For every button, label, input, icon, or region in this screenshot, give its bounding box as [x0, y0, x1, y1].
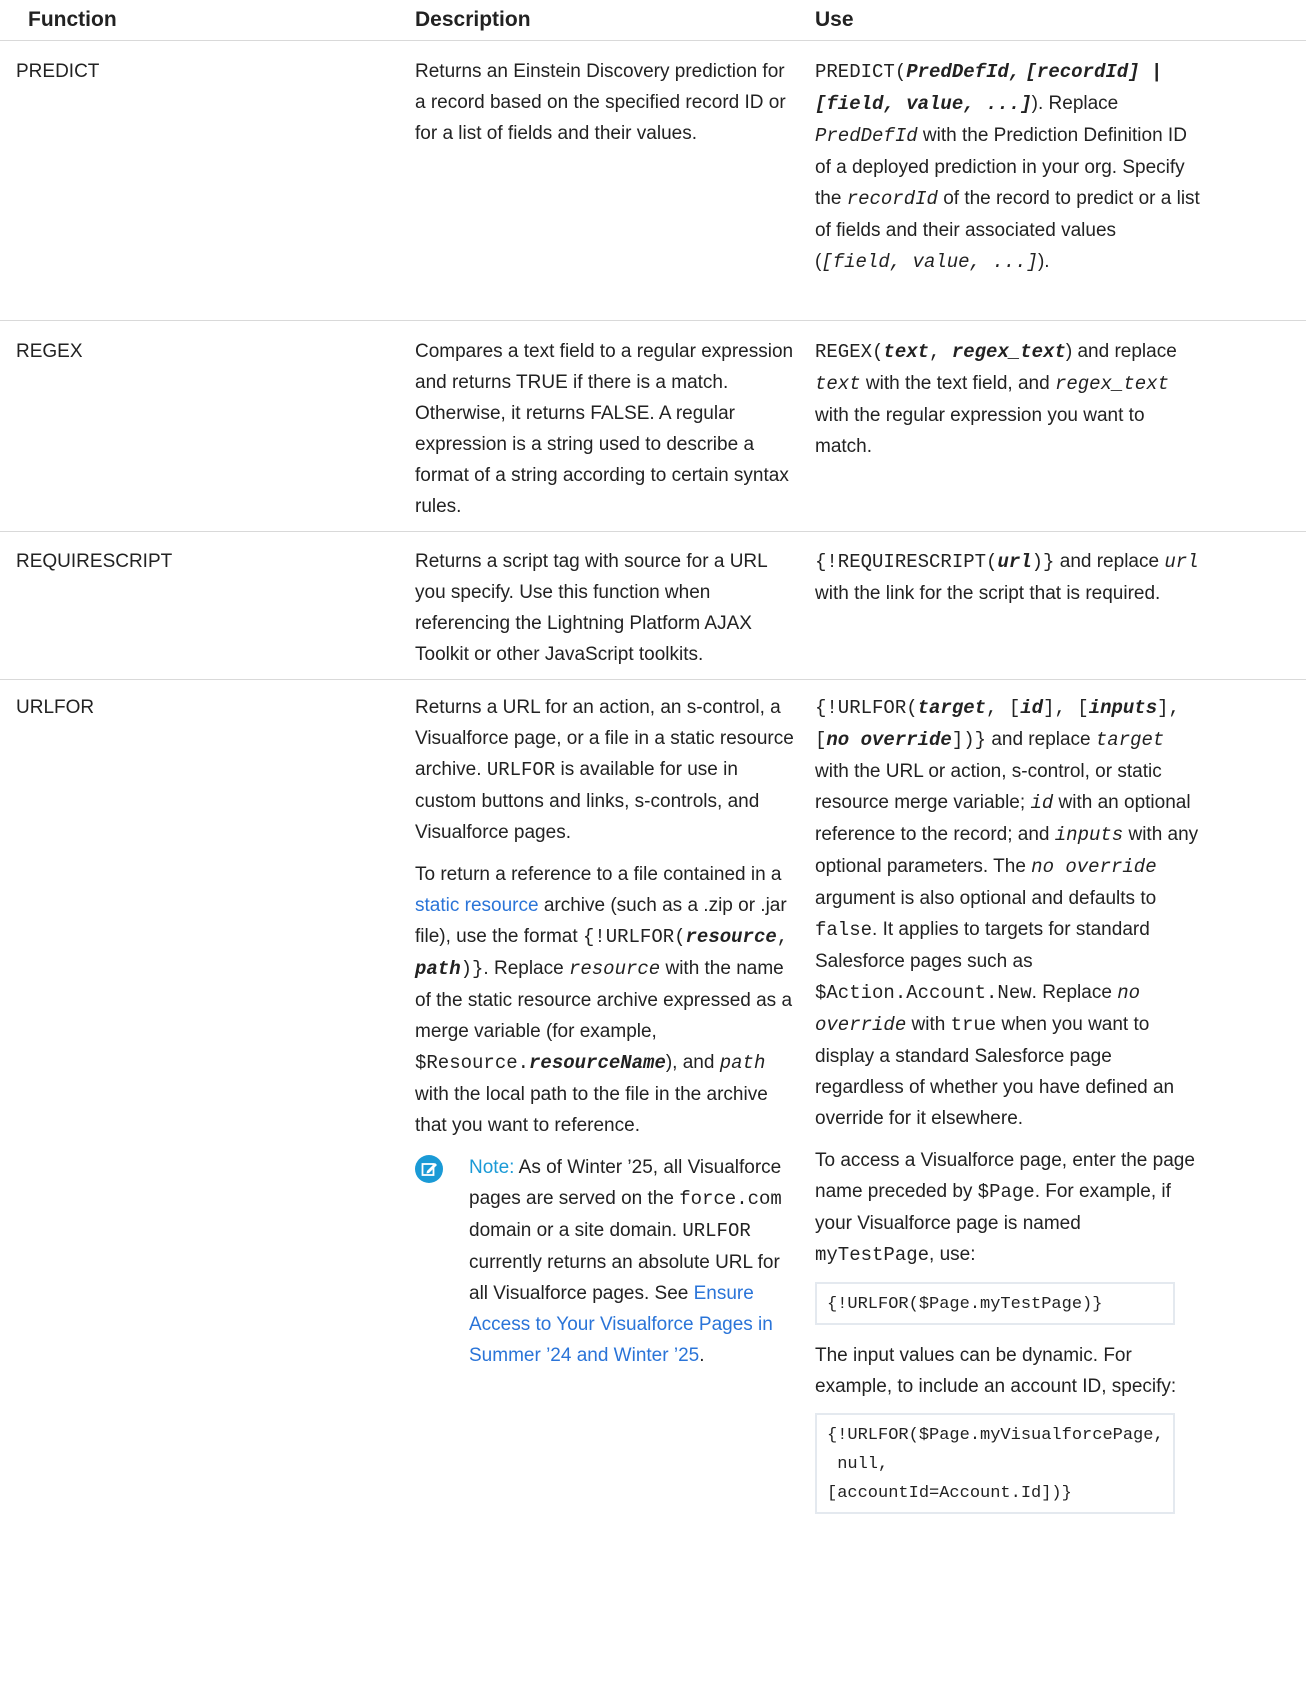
code-block: {!URLFOR($Page.myVisualforcePage, null, … — [815, 1413, 1175, 1514]
code-param: text — [883, 341, 930, 363]
note-callout: Note: As of Winter ’25, all Visualforce … — [415, 1152, 800, 1371]
code-param: target — [917, 697, 987, 719]
column-header-use: Use — [815, 8, 854, 31]
code-param: text — [815, 373, 861, 395]
use-paragraph: {!URLFOR(target, [id], [inputs], [no ove… — [815, 697, 1199, 1129]
code-param: no override — [826, 729, 952, 751]
code-param: url — [1164, 551, 1199, 573]
use-paragraph: To access a Visualforce page, enter the … — [815, 1150, 1195, 1266]
function-description: Returns an Einstein Discovery prediction… — [415, 61, 786, 144]
row-divider — [0, 531, 1306, 532]
row-divider — [0, 320, 1306, 321]
code-param: resourceName — [529, 1052, 666, 1074]
code-param: regex_text — [1054, 373, 1169, 395]
use-paragraph: The input values can be dynamic. For exa… — [815, 1345, 1177, 1397]
code-param: regex_text — [951, 341, 1066, 363]
function-description: Compares a text field to a regular expre… — [415, 341, 794, 517]
header-divider — [0, 40, 1306, 41]
function-description: Returns a script tag with source for a U… — [415, 551, 767, 665]
code-param: id — [1030, 792, 1054, 814]
column-header-function: Function — [28, 8, 117, 31]
function-name: REGEX — [16, 341, 83, 362]
code: PREDICT( — [815, 61, 907, 83]
function-use: {!URLFOR(target, [id], [inputs], [no ove… — [815, 692, 1200, 1529]
code-block: {!URLFOR($Page.myTestPage)} — [815, 1282, 1175, 1325]
code-param: PredDefId, — [906, 61, 1021, 83]
function-description: Returns a URL for an action, an s-contro… — [415, 692, 800, 1371]
note-text: Note: As of Winter ’25, all Visualforce … — [469, 1157, 782, 1366]
code-param: url — [997, 551, 1032, 573]
function-use: REGEX(text, regex_text) and replace text… — [815, 341, 1177, 457]
function-name: REQUIRESCRIPT — [16, 551, 173, 572]
code-param: [field, value, ...] — [821, 251, 1038, 273]
description-paragraph: Returns a URL for an action, an s-contro… — [415, 697, 794, 843]
function-name: URLFOR — [16, 697, 95, 718]
function-use: PREDICT(PredDefId, [recordId] | [field, … — [815, 61, 1200, 273]
static-resource-link[interactable]: static resource — [415, 895, 539, 916]
row-divider — [0, 679, 1306, 680]
code-param: path — [719, 1052, 766, 1074]
column-header-description: Description — [415, 8, 531, 31]
description-paragraph: To return a reference to a file containe… — [415, 864, 793, 1136]
code-param: resource — [568, 958, 661, 980]
code-param: path — [415, 958, 461, 980]
code-param: inputs — [1054, 824, 1124, 846]
note-icon — [415, 1152, 469, 1371]
code-param: PredDefId — [815, 125, 918, 147]
note-title: Note: — [469, 1157, 515, 1178]
code-param: no override — [1031, 856, 1157, 878]
function-use: {!REQUIRESCRIPT(url)} and replace url wi… — [815, 551, 1199, 604]
code-param: inputs — [1088, 697, 1158, 719]
code-param: resource — [685, 926, 777, 948]
code-param: recordId — [846, 188, 938, 210]
code-param: target — [1095, 729, 1165, 751]
code-param: id — [1020, 697, 1044, 719]
function-name: PREDICT — [16, 61, 100, 82]
